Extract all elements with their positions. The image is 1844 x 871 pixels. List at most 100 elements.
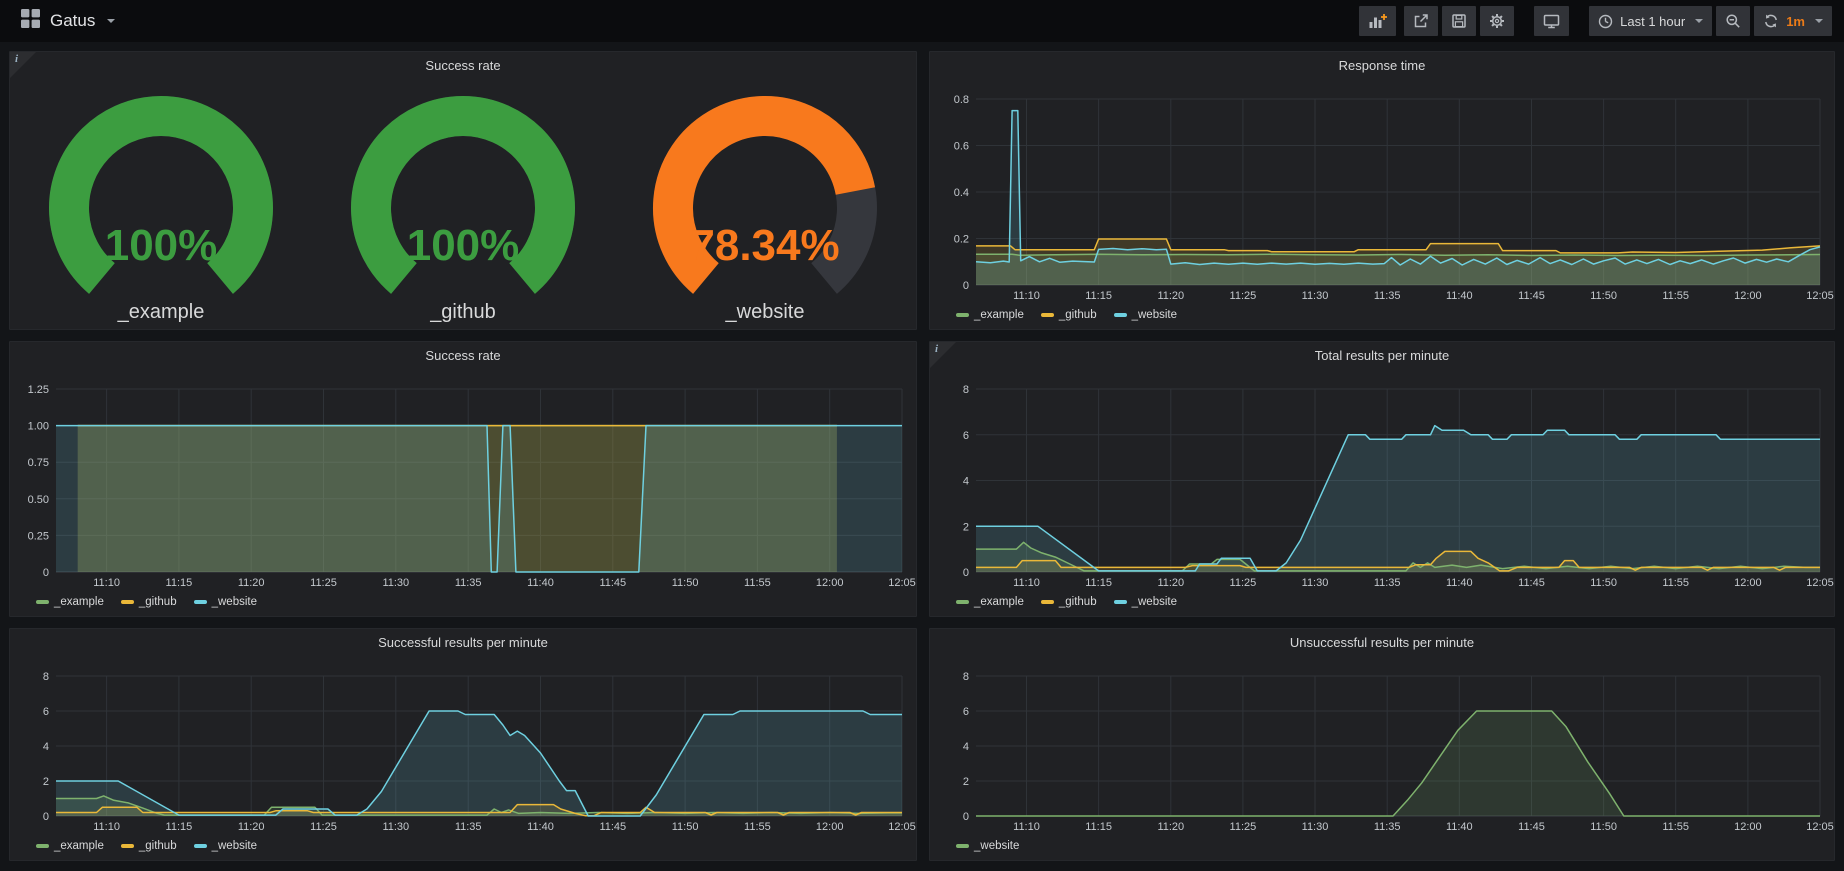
svg-text:11:40: 11:40	[527, 821, 554, 833]
gauge-label: _github	[430, 301, 496, 324]
legend-dash-icon	[956, 313, 969, 317]
navbar-right: Last 1 hour 1m	[1351, 6, 1832, 36]
svg-text:12:00: 12:00	[1734, 821, 1762, 833]
legend-item-github[interactable]: _github	[121, 840, 177, 852]
panel-title[interactable]: Total results per minute	[930, 342, 1834, 369]
dashboards-grid-logo-icon[interactable]	[20, 8, 41, 34]
navbar: Gatus	[0, 0, 1844, 42]
svg-text:0: 0	[963, 280, 969, 292]
panel-title[interactable]: Success rate	[10, 52, 916, 79]
svg-text:11:35: 11:35	[455, 821, 482, 833]
svg-text:11:15: 11:15	[166, 821, 193, 833]
panel-info-corner[interactable]	[930, 342, 956, 368]
share-button[interactable]	[1404, 6, 1438, 36]
svg-text:11:45: 11:45	[599, 821, 626, 833]
info-icon[interactable]: i	[15, 53, 18, 65]
refresh-caret-down-icon[interactable]	[1815, 19, 1823, 23]
svg-text:0: 0	[43, 811, 49, 823]
gauge-arc-example: 100%	[21, 95, 301, 303]
legend-dash-icon	[956, 844, 969, 848]
nav-group-add	[1359, 6, 1396, 36]
cycle-view-mode-button[interactable]	[1534, 6, 1569, 36]
legend-item-website[interactable]: _website	[194, 596, 257, 608]
panel-title[interactable]: Response time	[930, 52, 1834, 79]
svg-text:11:50: 11:50	[672, 577, 699, 589]
legend-label: _github	[139, 596, 177, 608]
gauge-label: _example	[118, 301, 205, 324]
legend-dash-icon	[121, 600, 134, 604]
svg-text:100%: 100%	[105, 221, 218, 270]
legend-item-example[interactable]: _example	[36, 840, 104, 852]
svg-text:4: 4	[963, 741, 969, 753]
legend-dash-icon	[956, 600, 969, 604]
refresh-interval-label[interactable]: 1m	[1786, 14, 1805, 29]
panel-info-corner[interactable]	[10, 52, 36, 78]
panel-title[interactable]: Success rate	[10, 342, 916, 369]
svg-text:8: 8	[963, 671, 969, 683]
legend-dash-icon	[1041, 600, 1054, 604]
svg-text:11:10: 11:10	[93, 821, 120, 833]
chart-legend: _example _github _website	[930, 592, 1834, 616]
legend-item-github[interactable]: _github	[1041, 596, 1097, 608]
svg-text:12:00: 12:00	[816, 577, 844, 589]
legend-item-github[interactable]: _github	[121, 596, 177, 608]
svg-text:11:25: 11:25	[310, 577, 337, 589]
gear-icon	[1489, 13, 1505, 29]
svg-text:11:35: 11:35	[1374, 290, 1401, 302]
save-button[interactable]	[1442, 6, 1476, 36]
time-range-label: Last 1 hour	[1620, 14, 1685, 29]
svg-text:0.6: 0.6	[954, 141, 969, 153]
zoom-out-time-button[interactable]	[1716, 6, 1750, 36]
legend-item-website[interactable]: _website	[1114, 596, 1177, 608]
svg-text:2: 2	[963, 521, 969, 533]
svg-text:11:10: 11:10	[1013, 577, 1040, 589]
info-icon[interactable]: i	[935, 343, 938, 355]
svg-text:12:05: 12:05	[1806, 290, 1834, 302]
panel-title[interactable]: Unsuccessful results per minute	[930, 629, 1834, 656]
legend-item-website[interactable]: _website	[194, 840, 257, 852]
legend-item-example[interactable]: _example	[36, 596, 104, 608]
svg-text:12:00: 12:00	[816, 821, 844, 833]
legend-item-website[interactable]: _website	[1114, 309, 1177, 321]
legend-label: _github	[1059, 596, 1097, 608]
svg-text:11:20: 11:20	[1157, 290, 1184, 302]
legend-dash-icon	[36, 844, 49, 848]
svg-text:12:05: 12:05	[1806, 577, 1834, 589]
svg-text:12:05: 12:05	[888, 577, 916, 589]
response-time-chart[interactable]: 11:1011:1511:2011:2511:3011:3511:4011:45…	[930, 79, 1834, 305]
dashboard-title-caret-down-icon[interactable]	[107, 19, 115, 23]
legend-label: _github	[1059, 309, 1097, 321]
svg-text:11:55: 11:55	[1662, 821, 1689, 833]
legend-item-example[interactable]: _example	[956, 309, 1024, 321]
panel-success-rate-timeseries: Success rate 11:1011:1511:2011:2511:3011…	[9, 341, 917, 617]
legend-item-example[interactable]: _example	[956, 596, 1024, 608]
unsuccessful-results-chart[interactable]: 11:1011:1511:2011:2511:3011:3511:4011:45…	[930, 656, 1834, 836]
legend-item-website[interactable]: _website	[956, 840, 1019, 852]
svg-text:12:00: 12:00	[1734, 577, 1762, 589]
svg-text:11:55: 11:55	[1662, 290, 1689, 302]
svg-text:4: 4	[963, 476, 969, 488]
svg-text:11:50: 11:50	[1590, 290, 1617, 302]
time-range-picker-button[interactable]: Last 1 hour	[1589, 6, 1712, 36]
successful-results-chart[interactable]: 11:1011:1511:2011:2511:3011:3511:4011:45…	[10, 656, 916, 836]
svg-text:11:25: 11:25	[1230, 821, 1257, 833]
panel-title[interactable]: Successful results per minute	[10, 629, 916, 656]
gauge-github: 100% _github	[312, 95, 614, 324]
add-panel-icon	[1368, 13, 1387, 30]
success-rate-chart[interactable]: 11:1011:1511:2011:2511:3011:3511:4011:45…	[10, 369, 916, 592]
svg-text:0.8: 0.8	[954, 94, 969, 106]
legend-item-github[interactable]: _github	[1041, 309, 1097, 321]
svg-text:0.50: 0.50	[28, 494, 49, 506]
add-panel-button[interactable]	[1359, 6, 1396, 36]
svg-text:11:40: 11:40	[1446, 821, 1473, 833]
gauge-website: 78.34% _website	[614, 95, 916, 324]
clock-icon	[1598, 14, 1613, 29]
svg-text:11:55: 11:55	[1662, 577, 1689, 589]
legend-dash-icon	[36, 600, 49, 604]
gauge-arc-github: 100%	[323, 95, 603, 303]
panel-total-results: i Total results per minute 11:1011:1511:…	[929, 341, 1835, 617]
dashboard-settings-button[interactable]	[1480, 6, 1514, 36]
total-results-chart[interactable]: 11:1011:1511:2011:2511:3011:3511:4011:45…	[930, 369, 1834, 592]
dashboard-title[interactable]: Gatus	[50, 11, 95, 31]
refresh-picker-button[interactable]: 1m	[1754, 6, 1832, 36]
